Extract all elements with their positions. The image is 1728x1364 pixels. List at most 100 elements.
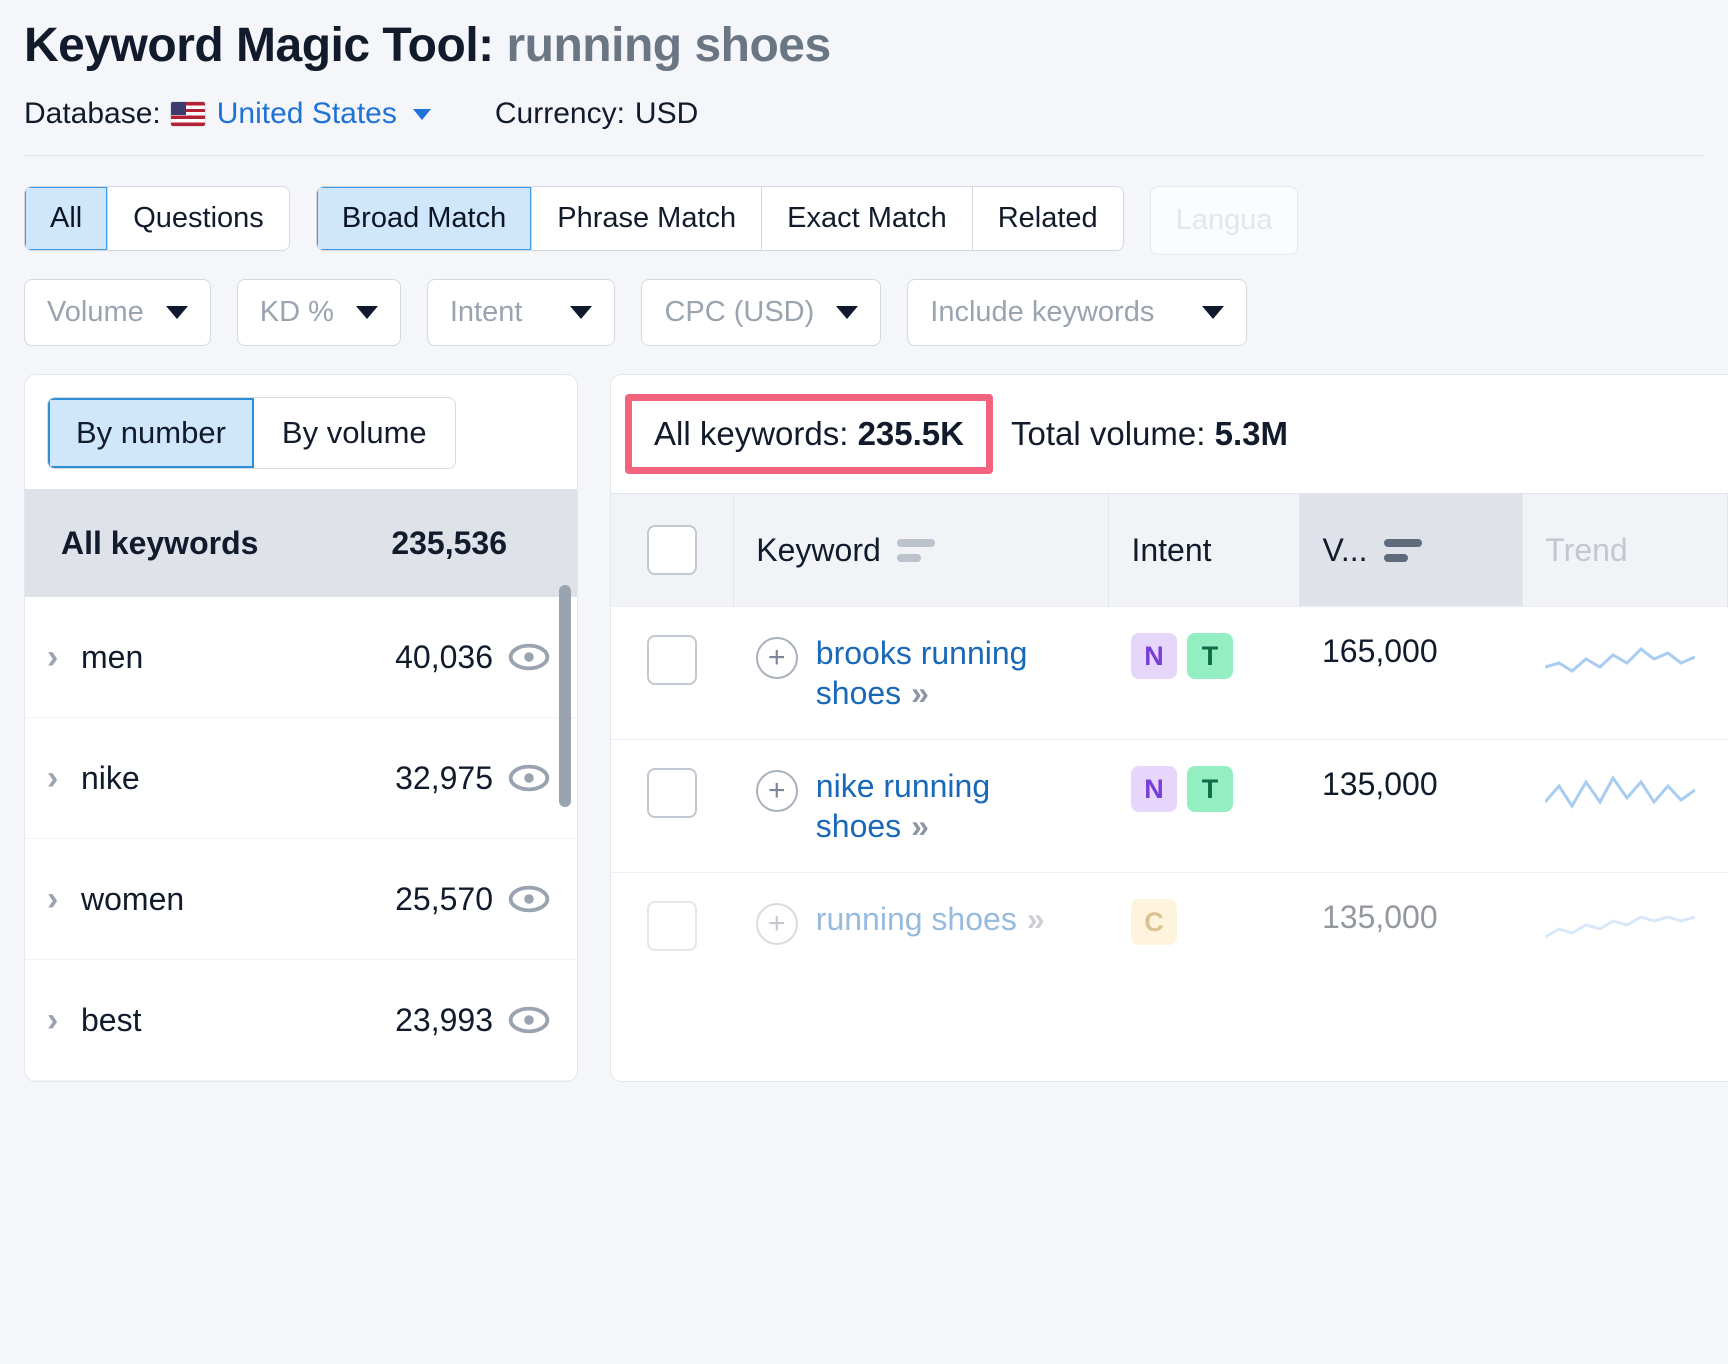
filter-include-keywords[interactable]: Include keywords <box>907 279 1248 347</box>
sidebar-item-best[interactable]: › best 23,993 <box>25 960 577 1082</box>
row-checkbox[interactable] <box>647 901 698 952</box>
chevron-right-icon[interactable]: › <box>47 882 81 916</box>
filter-kd-label: KD % <box>259 296 334 329</box>
chevron-down-icon <box>355 306 378 320</box>
chevron-down-icon <box>165 306 188 320</box>
toggle-by-volume[interactable]: By volume <box>253 398 455 469</box>
intent-badge-navigational[interactable]: N <box>1130 633 1177 680</box>
eye-icon[interactable] <box>507 877 551 921</box>
tab-all[interactable]: All <box>25 187 109 251</box>
tab-language[interactable]: Langua <box>1149 186 1299 256</box>
keyword-link[interactable]: running shoes » <box>816 899 1045 939</box>
filter-selects-row: Volume KD % Intent CPC (USD) Include key… <box>24 279 1704 347</box>
row-checkbox[interactable] <box>647 635 698 686</box>
column-keyword-label: Keyword <box>756 531 881 568</box>
sidebar-item-men[interactable]: › men 40,036 <box>25 597 577 719</box>
expand-icon[interactable]: » <box>911 808 929 844</box>
keyword-link[interactable]: brooks running shoes» <box>816 633 1087 713</box>
volume-value: 135,000 <box>1321 899 1438 936</box>
eye-icon[interactable] <box>507 998 551 1042</box>
page-title-prefix: Keyword Magic Tool: <box>24 19 494 72</box>
add-keyword-icon[interactable]: + <box>755 770 798 813</box>
table-row[interactable]: + brooks running shoes» N T 165,000 <box>611 606 1728 740</box>
eye-icon[interactable] <box>507 756 551 800</box>
keyword-groups-panel: By number By volume All keywords 235,536… <box>24 374 578 1083</box>
sort-icon[interactable] <box>896 538 935 562</box>
sidebar-item-women[interactable]: › women 25,570 <box>25 839 577 961</box>
column-volume-label: V... <box>1322 531 1368 568</box>
intent-badge-transactional[interactable]: T <box>1186 633 1233 680</box>
table-row[interactable]: + running shoes » C 135,000 <box>611 872 1728 976</box>
chevron-down-icon[interactable] <box>412 108 431 120</box>
sidebar-all-keywords-count: 235,536 <box>391 524 507 561</box>
filter-include-keywords-label: Include keywords <box>930 296 1155 329</box>
row-volume-cell: 165,000 <box>1299 606 1523 740</box>
filter-tabs-row: All Questions Broad Match Phrase Match E… <box>24 186 1704 256</box>
tab-questions[interactable]: Questions <box>108 187 289 251</box>
toggle-by-number[interactable]: By number <box>48 398 254 469</box>
tab-exact-match[interactable]: Exact Match <box>762 187 973 251</box>
filter-cpc-label: CPC (USD) <box>664 296 815 329</box>
column-trend-label: Trend <box>1545 531 1628 568</box>
expand-icon[interactable]: » <box>1027 901 1045 937</box>
sidebar-item-label: best <box>81 1001 142 1038</box>
intent-badge-navigational[interactable]: N <box>1130 766 1177 813</box>
row-intent-cell: N T <box>1108 739 1300 873</box>
intent-badge-transactional[interactable]: T <box>1186 766 1233 813</box>
chevron-right-icon[interactable]: › <box>47 1003 81 1037</box>
table-header-row: Keyword Intent V... Trend <box>611 493 1728 607</box>
intent-badge-commercial[interactable]: C <box>1130 899 1177 946</box>
filter-cpc[interactable]: CPC (USD) <box>641 279 882 347</box>
sidebar-item-label: nike <box>81 759 140 796</box>
row-volume-cell: 135,000 <box>1299 739 1523 873</box>
table-row[interactable]: + nike running shoes» N T 135,000 <box>611 739 1728 873</box>
row-trend-cell <box>1522 606 1728 740</box>
tab-related[interactable]: Related <box>972 187 1123 251</box>
match-type-tabs: Broad Match Phrase Match Exact Match Rel… <box>315 186 1124 252</box>
volume-value: 135,000 <box>1321 766 1438 803</box>
total-volume-value: 5.3M <box>1214 415 1288 453</box>
filter-intent[interactable]: Intent <box>426 279 616 347</box>
tab-phrase-match[interactable]: Phrase Match <box>532 187 763 251</box>
all-keywords-label: All keywords: <box>654 415 849 453</box>
row-keyword-cell: + running shoes » <box>733 872 1109 976</box>
expand-icon[interactable]: » <box>911 675 929 711</box>
tab-broad-match[interactable]: Broad Match <box>316 187 533 251</box>
keyword-link[interactable]: nike running shoes» <box>816 766 1087 846</box>
eye-icon[interactable] <box>507 635 551 679</box>
row-select-cell <box>611 606 734 740</box>
column-volume[interactable]: V... <box>1299 493 1524 607</box>
keyword-results-table: Keyword Intent V... Trend + brooks runni… <box>611 493 1728 976</box>
row-keyword-cell: + nike running shoes» <box>733 739 1109 873</box>
page-title: Keyword Magic Tool: running shoes <box>24 18 1704 73</box>
filter-kd[interactable]: KD % <box>236 279 401 347</box>
add-keyword-icon[interactable]: + <box>755 637 798 680</box>
column-intent[interactable]: Intent <box>1108 493 1301 607</box>
header-meta-row: Database: United States Currency: USD <box>24 97 1704 131</box>
add-keyword-icon[interactable]: + <box>755 903 798 946</box>
keyword-results-panel: All keywords: 235.5K Total volume: 5.3M <box>610 374 1728 1083</box>
column-trend[interactable]: Trend <box>1522 493 1728 607</box>
column-keyword[interactable]: Keyword <box>733 493 1110 607</box>
sidebar-item-label: men <box>81 638 144 675</box>
sort-icon-active[interactable] <box>1383 538 1422 562</box>
row-checkbox[interactable] <box>647 768 698 819</box>
group-sort-toggle: By number By volume <box>47 397 456 470</box>
chevron-right-icon[interactable]: › <box>47 640 81 674</box>
chevron-right-icon[interactable]: › <box>47 761 81 795</box>
row-intent-cell: C <box>1108 872 1300 976</box>
sidebar-item-all-keywords[interactable]: All keywords 235,536 <box>25 489 577 598</box>
row-intent-cell: N T <box>1108 606 1300 740</box>
us-flag-icon <box>170 102 205 127</box>
sidebar-scrollbar-thumb[interactable] <box>559 585 571 808</box>
select-all-checkbox[interactable] <box>647 525 698 576</box>
database-value[interactable]: United States <box>217 97 397 131</box>
all-keywords-value: 235.5K <box>857 415 964 453</box>
chevron-down-icon <box>836 306 859 320</box>
row-select-cell <box>611 739 734 873</box>
database-selector[interactable]: Database: United States <box>24 97 431 131</box>
database-label: Database: <box>24 97 161 131</box>
trend-sparkline <box>1544 915 1695 939</box>
filter-volume[interactable]: Volume <box>24 279 211 347</box>
sidebar-item-nike[interactable]: › nike 32,975 <box>25 718 577 840</box>
